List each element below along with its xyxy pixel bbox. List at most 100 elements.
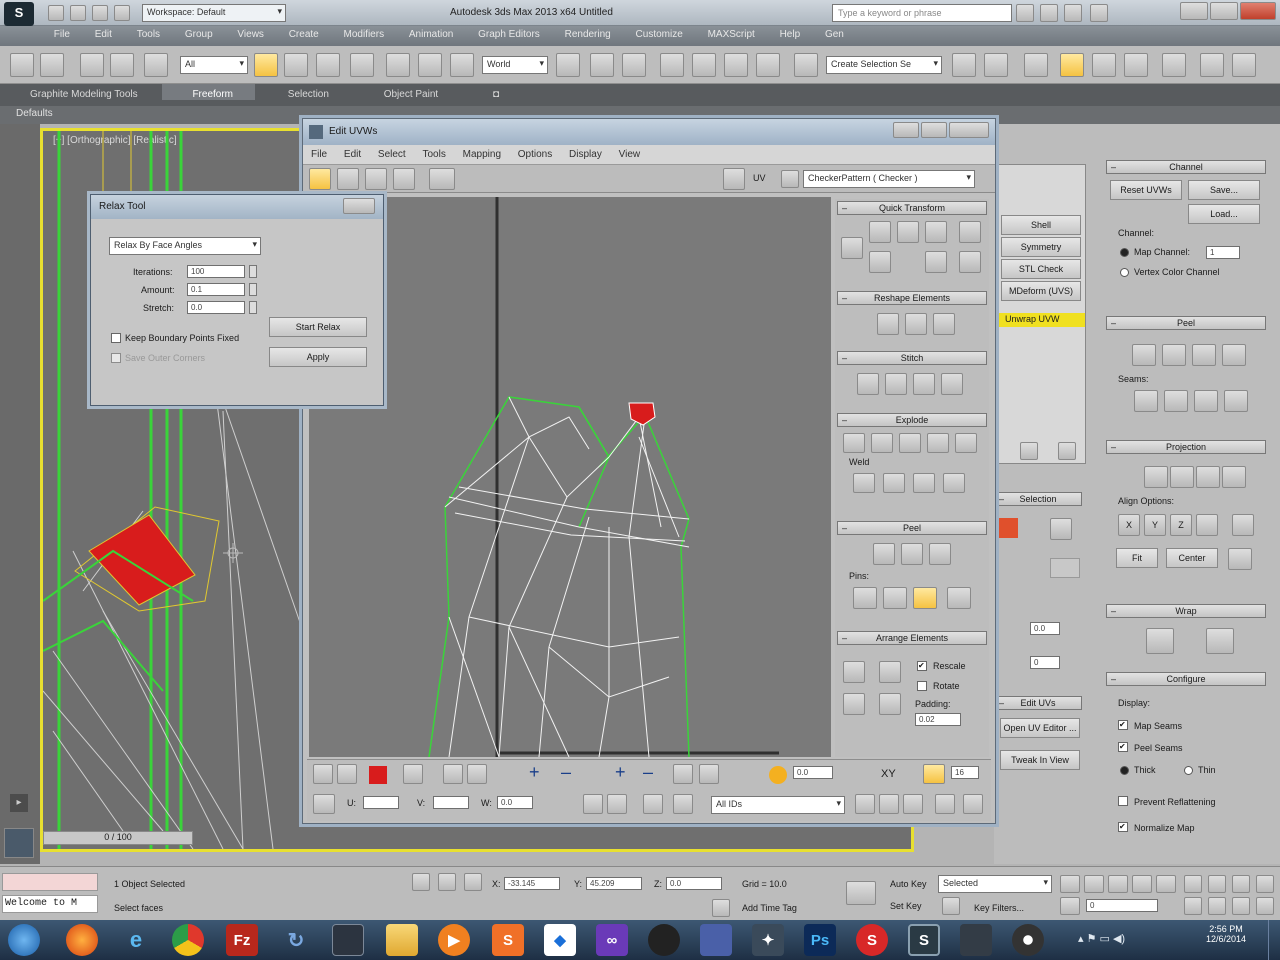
snap-toggle-icon[interactable]: [963, 794, 983, 814]
communication-icon[interactable]: [1040, 4, 1058, 22]
edge-sel-to-seams-icon[interactable]: [1164, 390, 1188, 412]
id-filter-combo[interactable]: All IDs: [711, 796, 845, 814]
apply-button[interactable]: Apply: [269, 347, 367, 367]
rendered-frame-icon[interactable]: [1232, 53, 1256, 77]
box-map-icon[interactable]: [1222, 466, 1246, 488]
bind-space-warp-icon[interactable]: [144, 53, 168, 77]
reference-coord-combo[interactable]: World: [482, 56, 548, 74]
quick-peel-uv-icon[interactable]: [873, 543, 895, 565]
rollout-reshape-elements[interactable]: Reshape Elements: [837, 291, 987, 305]
keyboard-shortcut-icon[interactable]: [622, 53, 646, 77]
pan-icon[interactable]: [855, 794, 875, 814]
material-editor-icon[interactable]: [1162, 53, 1186, 77]
pelt-map-icon[interactable]: [1162, 344, 1186, 366]
uv-freeform-icon[interactable]: [393, 168, 415, 190]
select-element-toggle-icon[interactable]: [403, 764, 423, 784]
soft-selection-icon[interactable]: [313, 764, 333, 784]
relax-icon[interactable]: [905, 313, 927, 335]
thick-radio[interactable]: [1120, 766, 1129, 775]
orbit-icon[interactable]: [1232, 897, 1250, 915]
stretch-spinner[interactable]: [249, 301, 257, 314]
uv-close-icon[interactable]: [949, 122, 989, 138]
internet-explorer-icon[interactable]: e: [120, 924, 152, 956]
visual-studio-icon[interactable]: ∞: [596, 924, 628, 956]
workspace-combo[interactable]: Workspace: Default: [142, 4, 286, 22]
rollout-selection[interactable]: Selection: [994, 492, 1082, 506]
menu-group[interactable]: Group: [174, 26, 224, 40]
filter-selected-icon[interactable]: [673, 794, 693, 814]
align-y-button[interactable]: Y: [1144, 514, 1166, 536]
z-coord-field[interactable]: 0.0: [666, 877, 722, 890]
break-icon[interactable]: [843, 433, 865, 453]
spline-map-icon[interactable]: [1146, 628, 1174, 654]
zoom-region-icon[interactable]: [903, 794, 923, 814]
schematic-view-icon[interactable]: [1124, 53, 1148, 77]
point-to-point-seam-icon[interactable]: [1134, 390, 1158, 412]
reset-peel-icon[interactable]: [1222, 344, 1246, 366]
space-horizontal-icon[interactable]: [959, 221, 981, 243]
uv-move-icon[interactable]: [309, 168, 331, 190]
rect-selection-icon[interactable]: [316, 53, 340, 77]
xy-toggle[interactable]: XY: [881, 768, 896, 780]
texture-pattern-combo[interactable]: CheckerPattern ( Checker ): [803, 170, 975, 188]
uv-rotate-icon[interactable]: [337, 168, 359, 190]
current-frame-field[interactable]: 0: [1086, 899, 1158, 912]
modifier-shell[interactable]: Shell: [1001, 215, 1081, 235]
help-icon[interactable]: [1090, 4, 1108, 22]
peel-seams-checkbox[interactable]: ✔: [1118, 742, 1128, 752]
space-vertical-icon[interactable]: [959, 251, 981, 273]
rollout-arrange-elements[interactable]: Arrange Elements: [837, 631, 987, 645]
modifier-stl-check[interactable]: STL Check: [1001, 259, 1081, 279]
uv-mirror-icon[interactable]: [429, 168, 455, 190]
relax-mode-combo[interactable]: Relax By Face Angles: [109, 237, 261, 255]
align-to-view-icon[interactable]: [1232, 514, 1254, 536]
spherical-map-icon[interactable]: [1196, 466, 1220, 488]
new-file-icon[interactable]: [48, 5, 64, 21]
curve-editor-icon[interactable]: [1092, 53, 1116, 77]
spinner-snap-icon[interactable]: [756, 53, 780, 77]
rescale-checkbox[interactable]: ✔: [917, 661, 927, 671]
cylindrical-map-icon[interactable]: [1170, 466, 1194, 488]
zoom-extents-all-icon[interactable]: [1232, 875, 1250, 893]
align-vertical-icon[interactable]: [869, 251, 891, 273]
go-to-start-icon[interactable]: [1060, 875, 1080, 893]
configure-modifiers-icon[interactable]: [1058, 442, 1076, 460]
graphite-toggle-icon[interactable]: [1060, 53, 1084, 77]
zoom-extents-icon[interactable]: [935, 794, 955, 814]
uv-menu-edit[interactable]: Edit: [336, 145, 367, 160]
dropbox-icon[interactable]: ◆: [544, 924, 576, 956]
relax-close-icon[interactable]: [343, 198, 375, 214]
modifier-unwrap-uvw[interactable]: Unwrap UVW: [995, 313, 1085, 327]
rollout-quick-transform[interactable]: Quick Transform: [837, 201, 987, 215]
set-pivot-icon[interactable]: [841, 237, 863, 259]
rollout-projection[interactable]: Projection: [1106, 440, 1266, 454]
menu-help[interactable]: Help: [769, 26, 812, 40]
weld-custom-icon[interactable]: [943, 473, 965, 493]
menu-rendering[interactable]: Rendering: [554, 26, 622, 40]
undo-icon[interactable]: [114, 5, 130, 21]
peel-mode-icon[interactable]: [1192, 344, 1216, 366]
uv-menu-view[interactable]: View: [611, 145, 647, 160]
time-slider[interactable]: 0 / 100: [43, 831, 193, 845]
rollout-stitch[interactable]: Stitch: [837, 351, 987, 365]
ring-minus-icon[interactable]: –: [643, 762, 653, 783]
load-uvws-button[interactable]: Load...: [1188, 204, 1260, 224]
unknown-app-icon[interactable]: [700, 924, 732, 956]
detach-edge-icon[interactable]: [871, 433, 893, 453]
start-relax-button[interactable]: Start Relax: [269, 317, 367, 337]
rollout-explode[interactable]: Explode: [837, 413, 987, 427]
select-pinned-icon[interactable]: [947, 587, 971, 609]
x-coord-field[interactable]: -33.145: [504, 877, 560, 890]
system-clock[interactable]: 2:56 PM 12/6/2014: [1196, 924, 1256, 944]
modifier-symmetry[interactable]: Symmetry: [1001, 237, 1081, 257]
rollout-edit-uvs[interactable]: Edit UVs: [994, 696, 1082, 710]
ring-loop-icon[interactable]: [1050, 558, 1080, 578]
paint-select-icon[interactable]: [673, 764, 693, 784]
seams-to-edge-sel-icon[interactable]: [1224, 390, 1248, 412]
refresh-app-icon[interactable]: ↻: [280, 924, 312, 956]
best-align-icon[interactable]: [1196, 514, 1218, 536]
stretch-field[interactable]: 0.0: [187, 301, 245, 314]
rollout-configure[interactable]: Configure: [1106, 672, 1266, 686]
keep-boundary-checkbox[interactable]: [111, 333, 121, 343]
pin-stack-icon[interactable]: [1020, 442, 1038, 460]
